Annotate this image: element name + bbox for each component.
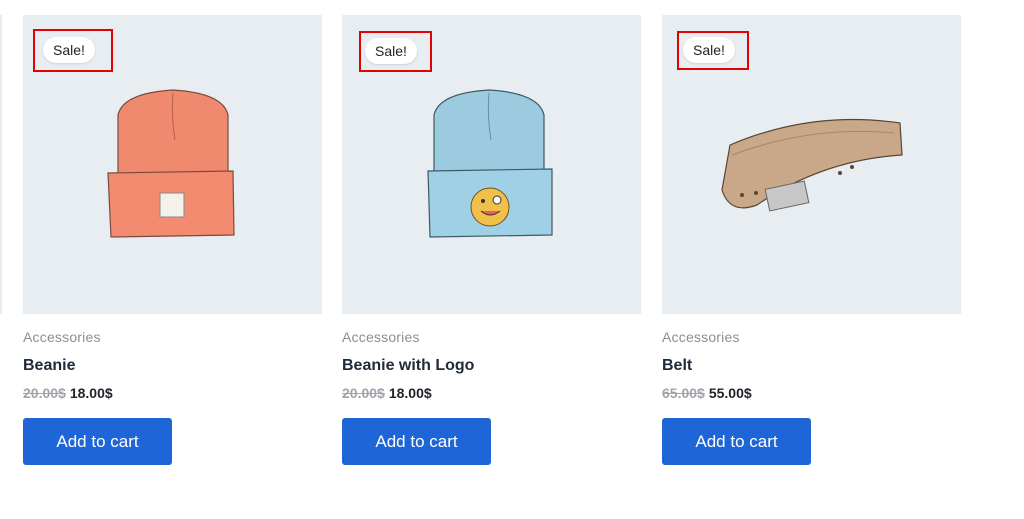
product-category[interactable]: Accessories: [662, 329, 961, 345]
sale-highlight-box: Sale!: [33, 29, 113, 72]
product-category[interactable]: Accessories: [23, 329, 322, 345]
sale-highlight-box: Sale!: [677, 31, 749, 70]
old-price: 65.00$: [662, 385, 705, 401]
sale-price: 18.00$: [388, 385, 432, 401]
product-image-frame[interactable]: Sale!: [23, 15, 322, 314]
old-price: 20.00$: [342, 385, 385, 401]
product-price: 20.00$ 18.00$: [23, 385, 322, 401]
old-price: 20.00$: [23, 385, 66, 401]
sale-price: 55.00$: [708, 385, 752, 401]
add-to-cart-button[interactable]: Add to cart: [23, 418, 172, 465]
sale-badge: Sale!: [365, 38, 417, 64]
product-card-belt: Sale! Accessories Belt 65.00$ 55.00$ Add …: [662, 15, 961, 465]
product-title[interactable]: Beanie with Logo: [342, 357, 641, 375]
product-price: 20.00$ 18.00$: [342, 385, 641, 401]
product-title[interactable]: Belt: [662, 357, 961, 375]
product-card-beanie: Sale! Accessories Beanie 20.00$ 18.00$ Ad…: [23, 15, 322, 465]
product-title[interactable]: Beanie: [23, 357, 322, 375]
sale-badge: Sale!: [43, 37, 95, 63]
sale-badge: Sale!: [683, 37, 735, 63]
product-price: 65.00$ 55.00$: [662, 385, 961, 401]
sale-highlight-box: Sale!: [359, 31, 432, 72]
add-to-cart-button[interactable]: Add to cart: [342, 418, 491, 465]
product-category[interactable]: Accessories: [342, 329, 641, 345]
product-image-frame[interactable]: Sale!: [662, 15, 961, 314]
previous-card-edge: [0, 15, 2, 314]
sale-price: 18.00$: [69, 385, 113, 401]
product-card-beanie-with-logo: Sale! Accessories Beanie with Logo 20.00…: [342, 15, 641, 465]
add-to-cart-button[interactable]: Add to cart: [662, 418, 811, 465]
product-image-frame[interactable]: Sale!: [342, 15, 641, 314]
